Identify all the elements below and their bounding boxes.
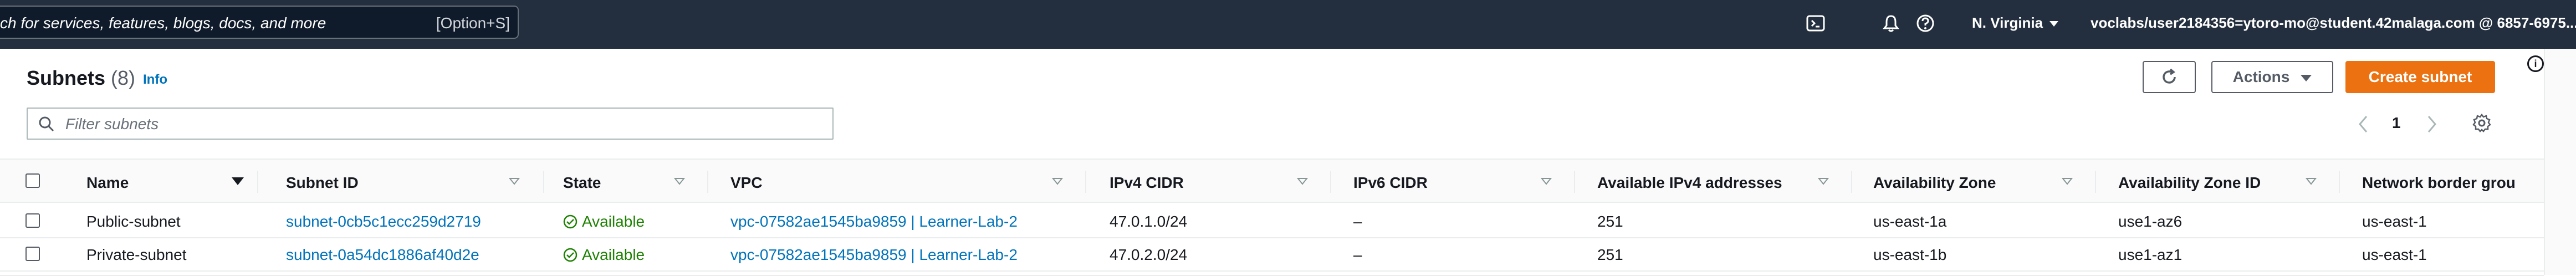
cell-network-border-group: us-east-1 [2362, 246, 2427, 263]
cell-name: Public-subnet [86, 213, 181, 230]
column-divider[interactable] [1085, 171, 1086, 193]
column-divider[interactable] [1574, 171, 1575, 193]
actions-label: Actions [2232, 68, 2290, 85]
cell-state: Available [563, 246, 645, 264]
sort-icon[interactable] [674, 177, 685, 185]
table-row[interactable]: Private-subnet subnet-0a54dc1886af40d2e … [0, 238, 2544, 272]
column-divider[interactable] [543, 171, 544, 193]
column-header-ipv6-cidr[interactable]: IPv6 CIDR [1353, 174, 1428, 192]
cell-availability-zone: us-east-1a [1873, 213, 1947, 230]
region-label: N. Virginia [1972, 14, 2043, 31]
info-link[interactable]: Info [143, 72, 167, 88]
column-divider[interactable] [2095, 171, 2096, 193]
subnet-count: (8) [111, 67, 136, 89]
bell-icon[interactable] [1881, 13, 1901, 33]
help-rail [2544, 49, 2576, 275]
table-header: Name Subnet ID State VPC IPv4 CIDR IPv6 … [0, 159, 2544, 203]
cloudshell-icon[interactable] [1806, 13, 1826, 33]
column-divider[interactable] [257, 171, 258, 193]
column-header-name[interactable]: Name [86, 174, 129, 192]
account-menu[interactable]: voclabs/user2184356=ytoro-mo@student.42m… [2091, 14, 2576, 32]
column-divider[interactable] [2339, 171, 2340, 193]
title-text: Subnets [27, 67, 106, 89]
column-header-available-ipv4[interactable]: Available IPv4 addresses [1597, 174, 1782, 192]
cell-vpc-link[interactable]: vpc-07582ae1545ba9859 | Learner-Lab-2 [730, 213, 1018, 231]
caret-down-icon [2301, 74, 2312, 81]
cell-ipv4-cidr: 47.0.2.0/24 [1110, 246, 1188, 263]
row-checkbox[interactable] [25, 213, 40, 228]
sort-icon[interactable] [1052, 177, 1063, 185]
state-label: Available [582, 213, 645, 230]
global-search-box[interactable]: ch for services, features, blogs, docs, … [0, 6, 519, 39]
cell-ipv6-cidr: – [1353, 246, 1362, 263]
column-header-ipv4-cidr[interactable]: IPv4 CIDR [1110, 174, 1184, 192]
account-label: voclabs/user2184356=ytoro-mo@student.42m… [2091, 14, 2576, 31]
sort-icon[interactable] [509, 177, 520, 185]
page-number[interactable]: 1 [2392, 114, 2401, 132]
actions-dropdown-button[interactable]: Actions [2211, 61, 2333, 93]
cell-network-border-group: us-east-1 [2362, 213, 2427, 230]
sort-icon[interactable] [2306, 177, 2317, 185]
cell-subnet-id-link[interactable]: subnet-0a54dc1886af40d2e [286, 246, 479, 264]
gear-icon[interactable] [2472, 113, 2492, 133]
search-icon [39, 116, 54, 132]
cell-availability-zone: us-east-1b [1873, 246, 1947, 263]
cell-available-ipv4: 251 [1597, 213, 1623, 230]
column-header-subnet-id[interactable]: Subnet ID [286, 174, 359, 192]
refresh-icon [2163, 68, 2176, 84]
info-icon[interactable]: i [2527, 55, 2544, 72]
chevron-right-icon[interactable] [2425, 114, 2439, 134]
table-row[interactable]: Public-subnet subnet-0cb5c1ecc259d2719 A… [0, 205, 2544, 238]
filter-subnets-input[interactable] [64, 113, 820, 135]
cell-state: Available [563, 213, 645, 231]
cell-available-ipv4: 251 [1597, 246, 1623, 263]
column-header-availability-zone-id[interactable]: Availability Zone ID [2118, 174, 2261, 192]
chevron-down-icon [2049, 21, 2059, 27]
column-header-state[interactable]: State [563, 174, 601, 192]
chevron-left-icon[interactable] [2357, 114, 2370, 134]
cell-availability-zone-id: use1-az6 [2118, 213, 2183, 230]
cell-ipv4-cidr: 47.0.1.0/24 [1110, 213, 1188, 230]
column-divider[interactable] [1851, 171, 1852, 193]
check-circle-icon [563, 248, 577, 262]
page-title: Subnets (8) [27, 67, 135, 90]
column-header-availability-zone[interactable]: Availability Zone [1873, 174, 1996, 192]
column-divider[interactable] [707, 171, 708, 193]
column-header-vpc[interactable]: VPC [730, 174, 763, 192]
region-selector[interactable]: N. Virginia [1972, 14, 2059, 32]
cell-ipv6-cidr: – [1353, 213, 1362, 230]
cell-name: Private-subnet [86, 246, 187, 263]
cell-availability-zone-id: use1-az1 [2118, 246, 2183, 263]
top-navigation-bar: ch for services, features, blogs, docs, … [0, 0, 2576, 49]
cell-vpc-link[interactable]: vpc-07582ae1545ba9859 | Learner-Lab-2 [730, 246, 1018, 264]
check-circle-icon [563, 214, 577, 229]
sort-icon[interactable] [1297, 177, 1308, 185]
row-checkbox[interactable] [25, 247, 40, 261]
select-all-checkbox[interactable] [25, 173, 40, 188]
cell-subnet-id-link[interactable]: subnet-0cb5c1ecc259d2719 [286, 213, 481, 231]
search-shortcut-hint: [Option+S] [436, 14, 510, 32]
sort-icon[interactable] [1818, 177, 1829, 185]
column-divider[interactable] [1330, 171, 1331, 193]
global-search-text[interactable]: ch for services, features, blogs, docs, … [0, 14, 326, 32]
filter-box[interactable] [27, 108, 834, 140]
sort-icon[interactable] [232, 177, 244, 185]
refresh-button[interactable] [2143, 61, 2196, 93]
sort-icon[interactable] [1541, 177, 1552, 185]
column-header-network-border-group[interactable]: Network border grou [2362, 174, 2543, 192]
state-label: Available [582, 246, 645, 263]
sort-icon[interactable] [2062, 177, 2073, 185]
create-subnet-button[interactable]: Create subnet [2345, 61, 2495, 93]
help-icon[interactable] [1915, 13, 1935, 33]
